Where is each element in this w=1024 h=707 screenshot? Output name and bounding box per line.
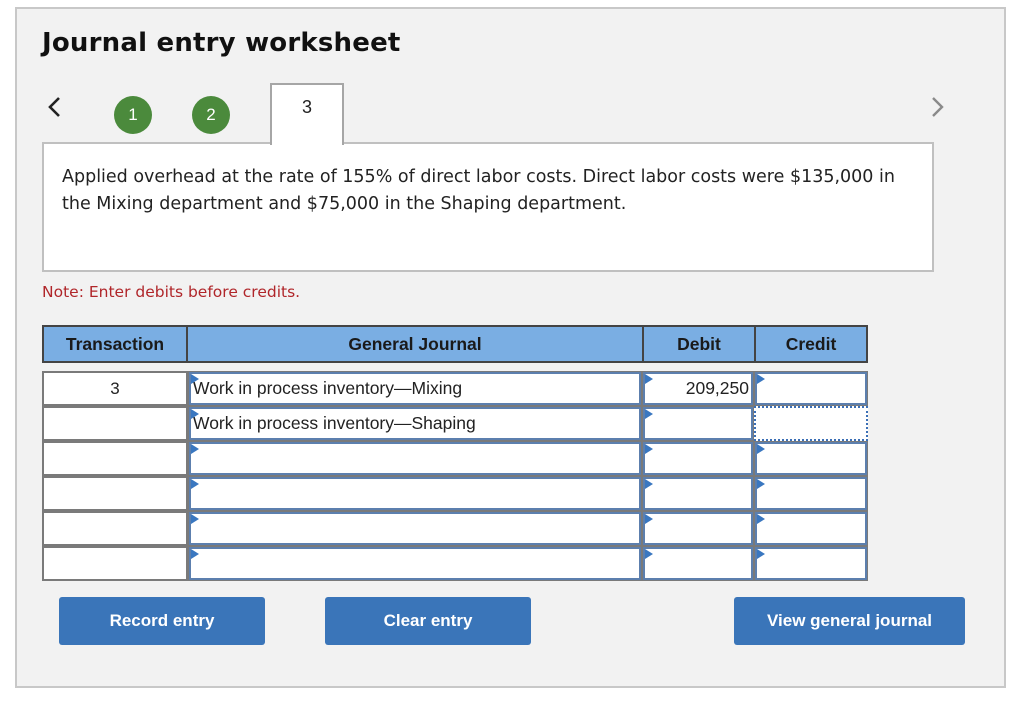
question-text: Applied overhead at the rate of 155% of … [62, 167, 895, 214]
transaction-cell [42, 546, 188, 581]
credit-input[interactable] [754, 476, 868, 511]
account-input[interactable]: Work in process inventory—Mixing [188, 371, 642, 406]
debit-input[interactable] [642, 476, 754, 511]
debit-input[interactable] [642, 511, 754, 546]
dropdown-marker-icon [757, 374, 765, 384]
table-row: 3 Work in process inventory—Mixing 209,250 [42, 371, 868, 406]
debit-input[interactable] [642, 546, 754, 581]
column-header-transaction: Transaction [65, 334, 165, 354]
account-input[interactable] [188, 511, 642, 546]
credit-input[interactable] [754, 441, 868, 476]
question-box: Applied overhead at the rate of 155% of … [42, 142, 934, 272]
dropdown-marker-icon [757, 514, 765, 524]
dropdown-marker-icon [191, 374, 199, 384]
debit-input-value: 209,250 [685, 378, 749, 398]
dropdown-marker-icon [757, 479, 765, 489]
credit-input[interactable] [754, 371, 868, 406]
credit-input[interactable] [754, 511, 868, 546]
account-input-value: Work in process inventory—Shaping [193, 413, 476, 433]
transaction-cell [42, 441, 188, 476]
account-input-value: Work in process inventory—Mixing [193, 378, 463, 398]
table-row: Work in process inventory—Shaping [42, 406, 868, 441]
debit-input[interactable] [642, 406, 754, 441]
transaction-cell [42, 511, 188, 546]
transaction-cell [42, 406, 188, 441]
dropdown-marker-icon [645, 549, 653, 559]
table-row [42, 476, 868, 511]
page-title: Journal entry worksheet [42, 28, 401, 58]
debit-input[interactable]: 209,250 [642, 371, 754, 406]
dropdown-marker-icon [191, 409, 199, 419]
account-input[interactable] [188, 546, 642, 581]
previous-button[interactable] [44, 92, 66, 122]
clear-entry-button[interactable]: Clear entry [325, 597, 531, 645]
dropdown-marker-icon [645, 409, 653, 419]
step-3-tab[interactable]: 3 [270, 83, 344, 145]
table-header: Transaction General Journal Debit Credit [42, 325, 868, 363]
credit-input[interactable] [754, 406, 868, 441]
record-entry-button[interactable]: Record entry [59, 597, 265, 645]
chevron-left-icon [48, 97, 60, 117]
dropdown-marker-icon [645, 514, 653, 524]
dropdown-marker-icon [191, 514, 199, 524]
table-row [42, 441, 868, 476]
step-1-button[interactable]: 1 [114, 96, 152, 134]
view-general-journal-button[interactable]: View general journal [734, 597, 965, 645]
column-header-credit: Credit [785, 334, 837, 354]
dropdown-marker-icon [191, 444, 199, 454]
dropdown-marker-icon [191, 549, 199, 559]
dropdown-marker-icon [645, 444, 653, 454]
dropdown-marker-icon [645, 479, 653, 489]
dropdown-marker-icon [645, 374, 653, 384]
table-row [42, 546, 868, 581]
debit-input[interactable] [642, 441, 754, 476]
dropdown-marker-icon [757, 549, 765, 559]
chevron-right-icon [932, 97, 944, 117]
table-row [42, 511, 868, 546]
step-2-button[interactable]: 2 [192, 96, 230, 134]
dropdown-marker-icon [757, 444, 765, 454]
column-header-debit: Debit [677, 334, 721, 354]
dropdown-marker-icon [191, 479, 199, 489]
next-button[interactable] [926, 92, 948, 122]
account-input[interactable] [188, 441, 642, 476]
credit-input[interactable] [754, 546, 868, 581]
account-input[interactable]: Work in process inventory—Shaping [188, 406, 642, 441]
account-input[interactable] [188, 476, 642, 511]
transaction-cell [42, 476, 188, 511]
instruction-note: Note: Enter debits before credits. [42, 283, 301, 301]
column-header-general-journal: General Journal [348, 334, 482, 354]
transaction-cell: 3 [42, 371, 188, 406]
